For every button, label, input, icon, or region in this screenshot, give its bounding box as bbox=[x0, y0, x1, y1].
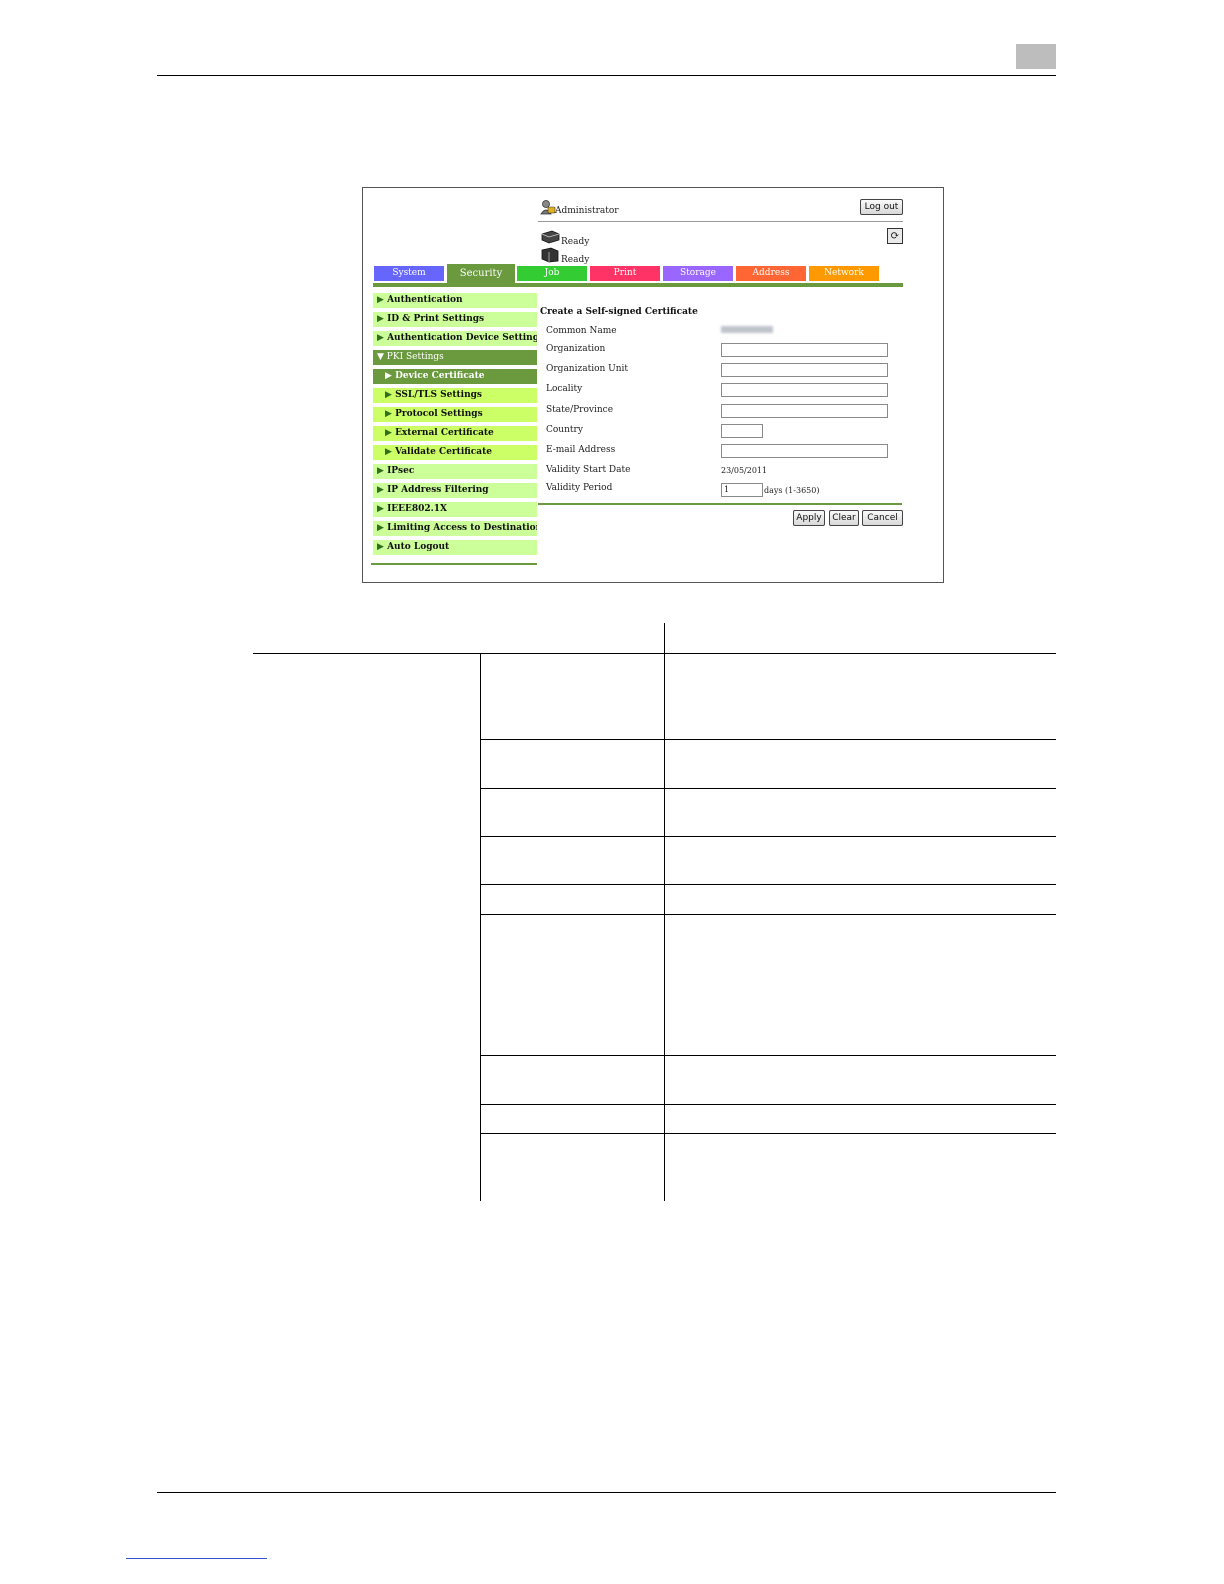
sidebar-bottom-rule bbox=[371, 563, 537, 565]
organization-unit-label: Organization Unit bbox=[546, 364, 629, 374]
organization-field[interactable] bbox=[721, 343, 888, 357]
sidebar-item-device-certificate[interactable]: ▶ Device Certificate bbox=[373, 369, 537, 384]
sidebar-item-limiting-access[interactable]: ▶ Limiting Access to Destination bbox=[373, 521, 537, 536]
logout-button[interactable]: Log out bbox=[860, 199, 903, 215]
validity-period-label: Validity Period bbox=[546, 483, 613, 493]
table-row-rule bbox=[480, 1104, 1056, 1105]
sidebar-item-external-certificate[interactable]: ▶ External Certificate bbox=[373, 426, 537, 441]
cancel-button[interactable]: Cancel bbox=[862, 510, 903, 526]
tab-network[interactable]: Network bbox=[809, 266, 879, 281]
printer-icon bbox=[541, 230, 560, 244]
organization-label: Organization bbox=[546, 344, 606, 354]
storage-device-icon bbox=[541, 247, 559, 263]
state-province-field[interactable] bbox=[721, 404, 888, 418]
email-address-field[interactable] bbox=[721, 444, 888, 458]
page-number-box bbox=[1016, 44, 1056, 69]
state-province-label: State/Province bbox=[546, 405, 614, 415]
validity-period-unit: days (1-3650) bbox=[764, 486, 820, 495]
table-row-rule bbox=[480, 1133, 1056, 1134]
sidebar-item-authentication-device-settings[interactable]: ▶ Authentication Device Settings bbox=[373, 331, 537, 346]
refresh-icon[interactable]: ⟳ bbox=[887, 228, 903, 244]
table-row-rule bbox=[480, 914, 1056, 915]
tab-job[interactable]: Job bbox=[517, 266, 587, 281]
sidebar-item-validate-certificate[interactable]: ▶ Validate Certificate bbox=[373, 445, 537, 460]
tab-address[interactable]: Address bbox=[736, 266, 806, 281]
locality-label: Locality bbox=[546, 384, 583, 394]
sidebar-item-ssl-tls-settings[interactable]: ▶ SSL/TLS Settings bbox=[373, 388, 537, 403]
table-row-rule bbox=[480, 836, 1056, 837]
sidebar-item-ipsec[interactable]: ▶ IPsec bbox=[373, 464, 537, 479]
footer-link-underline[interactable] bbox=[126, 1558, 267, 1559]
table-row-rule bbox=[480, 1055, 1056, 1056]
tab-security[interactable]: Security bbox=[447, 264, 515, 284]
organization-unit-field[interactable] bbox=[721, 363, 888, 377]
tab-system[interactable]: System bbox=[374, 266, 444, 281]
table-row-rule bbox=[480, 788, 1056, 789]
sidebar-item-auto-logout[interactable]: ▶ Auto Logout bbox=[373, 540, 537, 555]
device-status: Ready bbox=[561, 255, 590, 265]
sidebar-item-ieee8021x[interactable]: ▶ IEEE802.1X bbox=[373, 502, 537, 517]
locality-field[interactable] bbox=[721, 383, 888, 397]
printer-status: Ready bbox=[561, 237, 590, 247]
tab-storage[interactable]: Storage bbox=[663, 266, 733, 281]
validity-start-label: Validity Start Date bbox=[546, 465, 631, 475]
table-column-divider-left bbox=[480, 653, 481, 1201]
sidebar-item-pki-settings[interactable]: ▼ PKI Settings bbox=[373, 350, 537, 365]
sidebar-item-ip-address-filtering[interactable]: ▶ IP Address Filtering bbox=[373, 483, 537, 498]
table-row-rule bbox=[480, 739, 1056, 740]
administrator-icon bbox=[540, 200, 556, 215]
table-row-rule bbox=[480, 884, 1056, 885]
sidebar-item-protocol-settings[interactable]: ▶ Protocol Settings bbox=[373, 407, 537, 422]
tab-print[interactable]: Print bbox=[590, 266, 660, 281]
common-name-value bbox=[721, 326, 773, 333]
administrator-label: Administrator bbox=[555, 206, 619, 216]
validity-period-field[interactable]: 1 bbox=[721, 483, 763, 497]
clear-button[interactable]: Clear bbox=[829, 510, 859, 526]
country-field[interactable] bbox=[721, 424, 763, 438]
web-admin-screenshot: Administrator Log out ⟳ Ready Ready Syst… bbox=[362, 187, 944, 583]
form-title: Create a Self-signed Certificate bbox=[540, 307, 698, 317]
tab-underline bbox=[373, 283, 903, 287]
common-name-label: Common Name bbox=[546, 326, 617, 336]
footer-rule bbox=[157, 1492, 1056, 1493]
admin-header-rule bbox=[538, 221, 903, 222]
country-label: Country bbox=[546, 425, 583, 435]
table-column-divider-right bbox=[664, 623, 665, 1201]
sidebar-item-id-print-settings[interactable]: ▶ ID & Print Settings bbox=[373, 312, 537, 327]
table-header-rule bbox=[253, 653, 1056, 654]
email-address-label: E-mail Address bbox=[546, 445, 616, 455]
header-rule bbox=[157, 75, 1056, 76]
apply-button[interactable]: Apply bbox=[793, 510, 825, 526]
validity-start-value: 23/05/2011 bbox=[721, 466, 768, 475]
form-bottom-rule bbox=[538, 503, 902, 505]
sidebar-item-authentication[interactable]: ▶ Authentication bbox=[373, 293, 537, 308]
